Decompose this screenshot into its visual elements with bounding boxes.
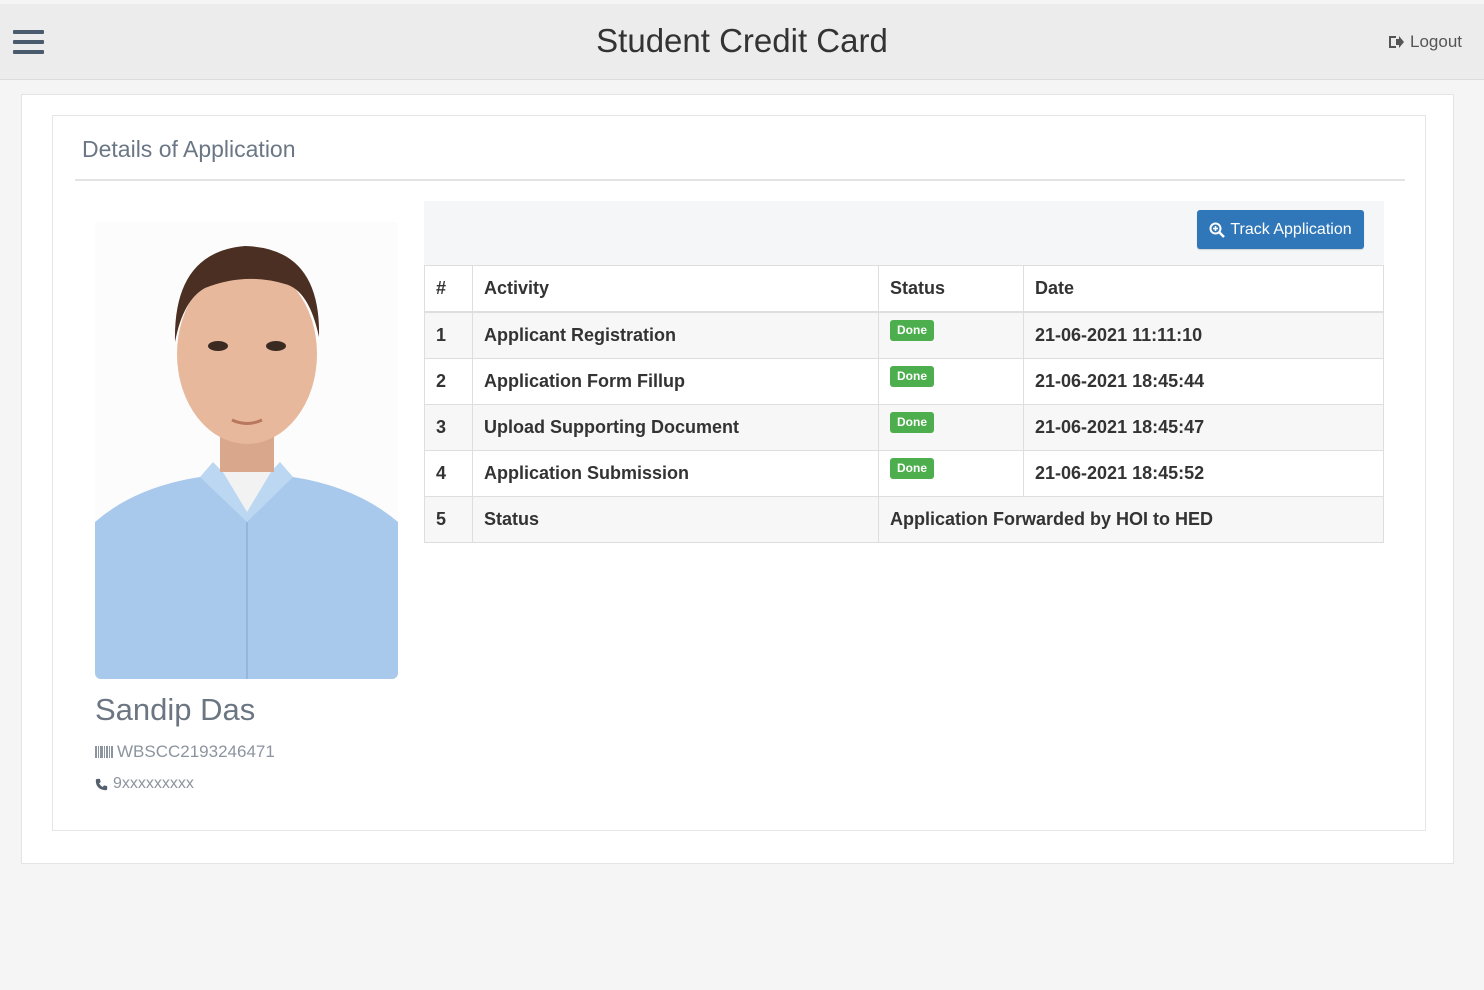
row-activity: Upload Supporting Document <box>472 404 879 451</box>
row-number: 1 <box>424 311 473 359</box>
student-phone: 9xxxxxxxxx <box>95 775 194 793</box>
row-activity: Application Submission <box>472 450 879 497</box>
final-status-value: Application Forwarded by HOI to HED <box>878 496 1384 543</box>
row-status: Done <box>878 311 1024 359</box>
table-row: 3 Upload Supporting Document Done 21-06-… <box>424 404 1384 451</box>
student-photo <box>95 222 398 679</box>
app-title: Student Credit Card <box>596 22 888 59</box>
table-row-final-status: 5 Status Application Forwarded by HOI to… <box>424 496 1384 543</box>
activity-table: # Activity Status Date 1 Applicant Regis… <box>424 265 1384 543</box>
content-wrapper: Details of Application Sandip Das WBSCC2… <box>21 94 1454 864</box>
application-details-panel: Details of Application Sandip Das WBSCC2… <box>52 115 1426 831</box>
status-badge: Done <box>890 412 934 433</box>
track-application-label: Track Application <box>1230 220 1352 238</box>
column-header-activity: Activity <box>472 265 879 313</box>
search-plus-icon <box>1209 222 1226 238</box>
table-row: 2 Application Form Fillup Done 21-06-202… <box>424 358 1384 405</box>
row-activity: Status <box>472 496 879 543</box>
status-badge: Done <box>890 366 934 387</box>
row-activity: Application Form Fillup <box>472 358 879 405</box>
top-navbar: Student Credit Card Logout <box>0 4 1484 80</box>
row-status: Done <box>878 450 1024 497</box>
row-date: 21-06-2021 11:11:10 <box>1023 311 1384 359</box>
logout-label: Logout <box>1410 32 1462 51</box>
barcode-icon <box>95 746 113 758</box>
sign-out-icon <box>1389 36 1404 48</box>
row-date: 21-06-2021 18:45:44 <box>1023 358 1384 405</box>
row-number: 5 <box>424 496 473 543</box>
row-number: 4 <box>424 450 473 497</box>
track-application-button[interactable]: Track Application <box>1197 210 1364 249</box>
row-activity: Applicant Registration <box>472 311 879 359</box>
column-header-date: Date <box>1023 265 1384 313</box>
column-header-number: # <box>424 265 473 313</box>
phone-icon <box>95 778 108 790</box>
student-name: Sandip Das <box>95 692 256 727</box>
row-status: Done <box>878 404 1024 451</box>
status-badge: Done <box>890 458 934 479</box>
column-header-status: Status <box>878 265 1024 313</box>
student-id-value: WBSCC2193246471 <box>117 742 275 761</box>
logout-button[interactable]: Logout <box>1388 32 1462 52</box>
table-header-row: # Activity Status Date <box>424 265 1384 313</box>
row-number: 2 <box>424 358 473 405</box>
track-toolbar: Track Application <box>424 201 1384 266</box>
table-row: 1 Applicant Registration Done 21-06-2021… <box>424 311 1384 359</box>
panel-divider <box>75 179 1405 181</box>
table-row: 4 Application Submission Done 21-06-2021… <box>424 450 1384 497</box>
student-phone-value: 9xxxxxxxxx <box>113 775 194 792</box>
panel-title: Details of Application <box>82 136 296 162</box>
row-date: 21-06-2021 18:45:52 <box>1023 450 1384 497</box>
row-number: 3 <box>424 404 473 451</box>
student-id: WBSCC2193246471 <box>95 742 275 762</box>
row-date: 21-06-2021 18:45:47 <box>1023 404 1384 451</box>
row-status: Done <box>878 358 1024 405</box>
status-badge: Done <box>890 320 934 341</box>
